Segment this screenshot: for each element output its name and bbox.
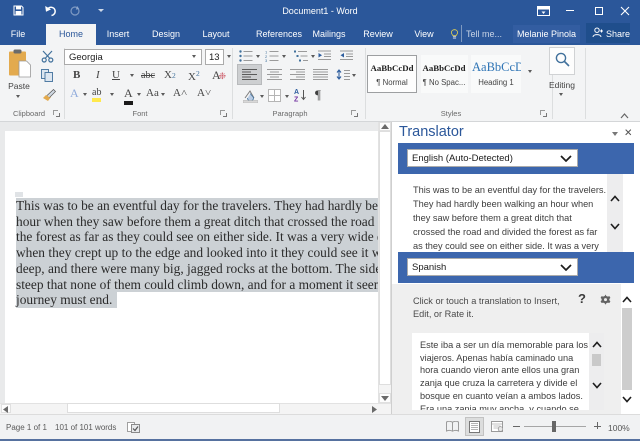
svg-text:A: A (294, 89, 299, 96)
svg-text:3: 3 (265, 58, 268, 62)
svg-text:Z: Z (294, 97, 299, 103)
